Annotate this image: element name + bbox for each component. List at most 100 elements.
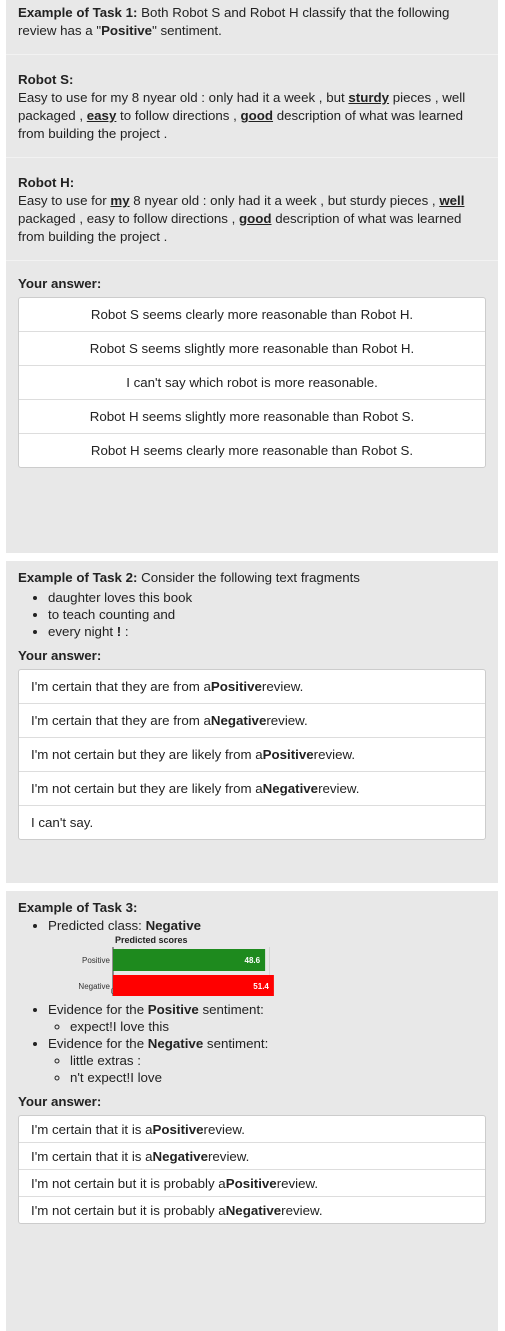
option-post: review. [318,781,360,796]
option-post: review. [261,679,304,694]
chart-bar-positive [113,949,266,971]
option-bold: Positive [210,679,262,694]
evidence-positive-items: expect!I love this [48,1018,486,1035]
divider [6,260,498,261]
evidence-pre: Evidence for the [48,1036,148,1051]
fragment-item: daughter loves this book [48,589,486,606]
task1-panel: Example of Task 1: Both Robot S and Robo… [6,0,498,553]
option-pre: I'm certain that it is a [31,1121,153,1137]
task3-list: Predicted class: Negative [18,917,486,934]
task1-intro-c: " sentiment. [152,23,222,38]
robot-h-h3: good [239,211,272,226]
evidence-item: expect!I love this [70,1018,486,1035]
task1-options: Robot S seems clearly more reasonable th… [18,297,486,468]
option-post: review. [207,1148,250,1164]
robot-s-t1: Easy to use for my 8 nyear old : only ha… [18,90,349,105]
evidence-pre: Evidence for the [48,1002,148,1017]
option-pre: I'm certain that they are from a [31,679,211,694]
option-post: review. [313,747,356,762]
option-pre: I'm certain that they are from a [31,713,211,728]
robot-h-name: Robot H: [18,175,75,190]
chart-value-label: 48.6 [245,956,261,965]
predicted-class-value: Negative [145,918,201,933]
task2-answer-label: Your answer: [18,648,102,663]
task2-heading: Example of Task 2: [18,570,138,585]
task2-intro: Example of Task 2: Consider the followin… [18,569,486,587]
robot-h-t2: 8 nyear old : only had it a week , but s… [129,193,440,208]
fragment-list: daughter loves this book to teach counti… [18,589,486,640]
option-pre: I can't say. [31,815,94,830]
task1-option[interactable]: Robot H seems clearly more reasonable th… [19,433,485,467]
task3-options: I'm certain that it is a Positive review… [18,1115,486,1224]
fragment-item: every night ! : [48,623,486,640]
fragment-tail: : [121,624,129,639]
task3-option[interactable]: I'm certain that it is a Negative review… [19,1142,485,1169]
option-pre: I'm not certain but they are likely from… [31,781,263,796]
task2-option[interactable]: I'm certain that they are from a Negativ… [19,703,485,737]
evidence-negative-items: little extras : n't expect!I love [48,1052,486,1086]
evidence-negative: Evidence for the Negative sentiment: lit… [48,1035,486,1086]
robot-h-h1: my [110,193,130,208]
evidence-bold: Negative [147,1036,204,1051]
option-bold: Negative [262,781,319,796]
option-bold: Positive [225,1175,277,1191]
option-pre: I'm not certain but it is probably a [31,1175,226,1191]
evidence-bold: Positive [147,1002,199,1017]
evidence-item: n't expect!I love [70,1069,486,1086]
option-bold: Negative [210,713,267,728]
task1-intro: Example of Task 1: Both Robot S and Robo… [18,4,486,40]
fragment-text: every night [48,624,117,639]
task2-option[interactable]: I can't say. [19,805,485,839]
robot-s-t3: to follow directions , [116,108,241,123]
robot-h-t1: Easy to use for [18,193,111,208]
chart-title: Predicted scores [115,935,188,945]
robot-s-h3: good [240,108,274,123]
task1-answer-label: Your answer: [18,276,102,291]
task1-option[interactable]: I can't say which robot is more reasonab… [19,365,485,399]
robot-s-h2: easy [86,108,117,123]
option-post: review. [276,1175,319,1191]
task3-option[interactable]: I'm not certain but it is probably a Neg… [19,1196,485,1223]
chart-bar-negative [113,975,274,997]
option-bold: Negative [152,1148,208,1164]
robot-h-text: Easy to use for my 8 nyear old : only ha… [18,192,486,246]
task2-intro-text: Consider the following text fragments [137,570,360,585]
predicted-class: Predicted class: Negative [48,917,486,934]
task3-option[interactable]: I'm not certain but it is probably a Pos… [19,1169,485,1196]
robot-s-name: Robot S: [18,72,74,87]
evidence-post: sentiment: [198,1002,264,1017]
task1-heading: Example of Task 1: [18,5,138,20]
task3-heading: Example of Task 3: [18,900,138,915]
option-bold: Positive [262,747,314,762]
divider [6,54,498,55]
option-bold: Positive [152,1121,204,1137]
evidence-item: little extras : [70,1052,486,1069]
option-bold: Negative [225,1202,282,1218]
task3-panel: Example of Task 3: Predicted class: Nega… [6,891,498,1331]
task2-options: I'm certain that they are from a Positiv… [18,669,486,840]
option-pre: I'm not certain but they are likely from… [31,747,263,762]
task2-option[interactable]: I'm certain that they are from a Positiv… [19,670,485,703]
task3-option[interactable]: I'm certain that it is a Positive review… [19,1116,485,1142]
option-pre: I'm certain that it is a [31,1148,153,1164]
task2-option[interactable]: I'm not certain but they are likely from… [19,737,485,771]
predicted-class-label: Predicted class: [48,918,146,933]
task3-answer-label: Your answer: [18,1094,102,1109]
task2-panel: Example of Task 2: Consider the followin… [6,561,498,883]
option-post: review. [266,713,308,728]
fragment-item: to teach counting and [48,606,486,623]
evidence-post: sentiment: [203,1036,269,1051]
chart-category-label: Negative [78,982,110,991]
evidence-list: Evidence for the Positive sentiment: exp… [18,1001,486,1086]
task1-intro-b: Positive [101,23,153,38]
chart-value-label: 51.4 [253,982,269,991]
task1-option[interactable]: Robot H seems slightly more reasonable t… [19,399,485,433]
option-pre: I'm not certain but it is probably a [31,1202,226,1218]
robot-h-h2: well [439,193,465,208]
task1-option[interactable]: Robot S seems slightly more reasonable t… [19,331,485,365]
chart-category-label: Positive [82,956,111,965]
option-post: review. [203,1121,245,1137]
task2-option[interactable]: I'm not certain but they are likely from… [19,771,485,805]
task1-option[interactable]: Robot S seems clearly more reasonable th… [19,298,485,331]
predicted-scores-chart: Predicted scores050100Positive48.6Negati… [78,935,433,997]
